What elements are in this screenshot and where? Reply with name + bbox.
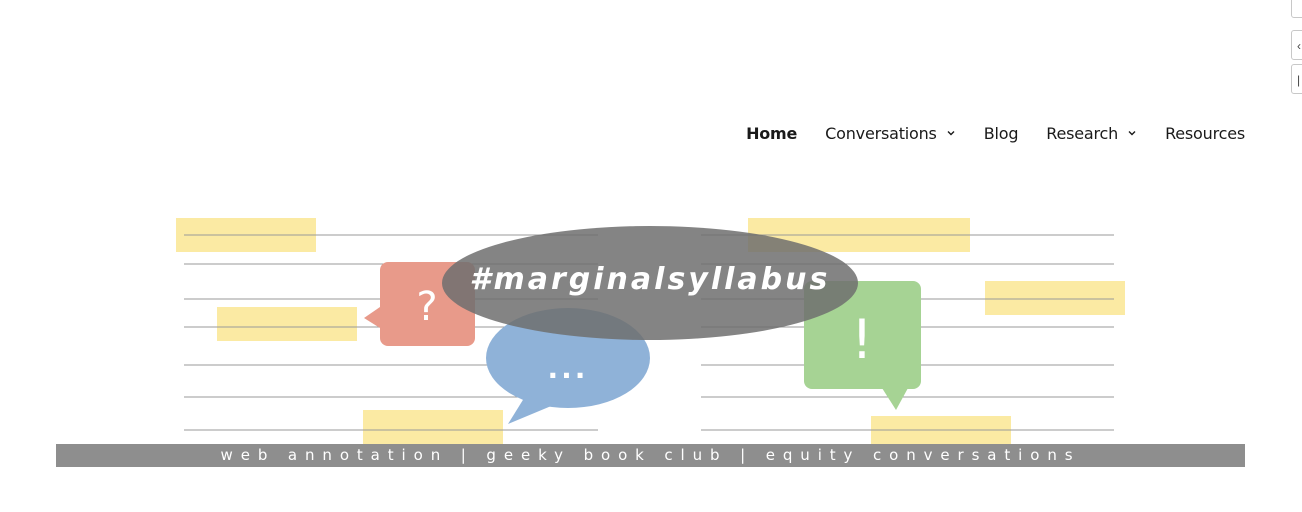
nav-item-label: Resources	[1165, 123, 1245, 143]
bar-icon: |	[1297, 73, 1301, 87]
svg-text:?: ?	[416, 284, 437, 330]
nav-item-label: Research	[1046, 123, 1119, 143]
nav-item-label: Conversations	[825, 123, 937, 143]
chevron-left-icon: ‹	[1297, 39, 1301, 53]
nav-item-research[interactable]: Research	[1046, 124, 1137, 143]
hashtag-title: #marginalsyllabus	[469, 262, 831, 297]
nav-item-blog[interactable]: Blog	[984, 124, 1019, 143]
edge-widget-panel[interactable]: |	[1291, 64, 1302, 94]
primary-nav: Home Conversations Blog Research Resourc…	[746, 122, 1245, 144]
svg-text:...: ...	[548, 352, 589, 385]
nav-item-home[interactable]: Home	[746, 124, 797, 143]
chevron-down-icon[interactable]	[1127, 128, 1137, 138]
banner-illustration: ? ... !	[56, 218, 1245, 467]
nav-item-resources[interactable]: Resources	[1165, 124, 1245, 143]
edge-widget-top[interactable]	[1291, 0, 1302, 18]
chevron-down-icon[interactable]	[946, 128, 956, 138]
svg-text:!: !	[851, 308, 873, 371]
tagline-text: web annotation | geeky book club | equit…	[220, 446, 1081, 464]
header-banner[interactable]: ? ... ! #marginalsyllabus web annotation…	[56, 210, 1245, 468]
nav-item-conversations[interactable]: Conversations	[825, 124, 956, 143]
nav-item-label: Blog	[983, 123, 1019, 143]
edge-widget-back[interactable]: ‹	[1291, 30, 1302, 60]
nav-item-label: Home	[746, 123, 798, 143]
